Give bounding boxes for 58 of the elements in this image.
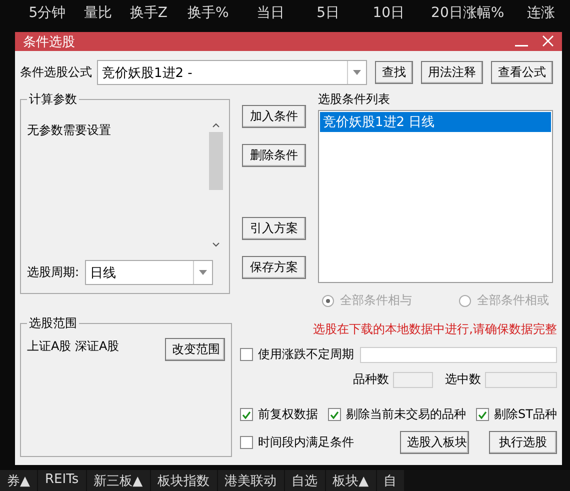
params-message: 无参数需要设置 [27,122,112,139]
field-label: 选股周期: [27,264,80,281]
group-title: 选股范围 [28,315,78,332]
action-button[interactable]: 查找 [375,61,413,84]
scroll-down-icon[interactable] [212,242,220,248]
field-label: 条件选股公式 [20,64,92,81]
market-tab[interactable]: REITs [38,470,86,491]
checkbox[interactable]: 时间段内满足条件 [240,434,354,451]
checkmark-icon [330,410,339,418]
column-header: 换手Z [128,4,168,23]
market-tab[interactable]: 券▲ [0,470,37,491]
market-tab[interactable]: 自选 [284,470,325,491]
checkbox[interactable]: 前复权数据 [240,406,318,423]
action-button[interactable]: 执行选股 [488,431,557,454]
market-tab[interactable]: 板块指数 [150,470,217,491]
column-header: 换手% [186,4,230,23]
column-header: 5分钟 [28,4,67,23]
minimize-icon [515,44,528,46]
action-button[interactable]: 选股入板块 [400,431,469,454]
list-title: 选股条件列表 [318,91,391,108]
market-tab[interactable]: 自 [376,470,404,491]
column-header: 连涨 [526,4,556,23]
change-scope-button[interactable]: 改变范围 [165,338,225,361]
count-field [392,372,433,388]
count-label: 品种数 [352,371,389,388]
condition-button[interactable]: 保存方案 [242,256,306,279]
checkbox[interactable]: 剔除ST品种 [476,406,557,423]
action-button[interactable]: 查看公式 [491,61,553,84]
column-header: 5日 [316,4,341,23]
condition-button[interactable]: 引入方案 [242,217,306,240]
window-title: 条件选股 [23,34,76,50]
count-label: 选中数 [444,371,481,388]
market-tab[interactable]: 板块▲ [326,470,376,491]
list-item[interactable]: 竞价妖股1进2 日线 [320,112,551,132]
column-header: 10日 [372,4,406,23]
column-header: 当日 [256,4,286,23]
condition-button[interactable]: 加入条件 [242,105,306,128]
market-tab[interactable]: 港美联动 [218,470,284,491]
market-tab[interactable]: 新三板▲ [86,470,150,491]
condition-list[interactable]: 竞价妖股1进2 日线 [318,110,553,283]
column-header: 量比 [82,4,113,23]
condition-button[interactable]: 删除条件 [242,144,306,167]
group-title: 计算参数 [28,91,78,108]
close-icon [542,34,554,46]
input-field[interactable] [360,346,557,362]
checkmark-icon [478,410,487,418]
dropdown-arrow-icon [199,270,208,275]
formula-dropdown[interactable]: 竞价妖股1进2 - [97,60,367,85]
scroll-up-icon[interactable] [212,122,220,128]
notice-text: 选股在下载的本地数据中进行,请确保数据完整 [313,321,557,338]
checkmark-icon [242,410,251,418]
column-header: 20日涨幅% [430,4,506,23]
checkbox[interactable]: 剔除当前未交易的品种 [328,406,466,423]
scope-text: 上证A股 深证A股 [27,338,120,355]
action-button[interactable]: 用法注释 [421,61,483,84]
period-dropdown[interactable]: 日线 [85,260,214,285]
dropdown-arrow-icon [353,70,361,75]
checkbox[interactable]: 使用涨跌不定周期 [240,346,354,363]
